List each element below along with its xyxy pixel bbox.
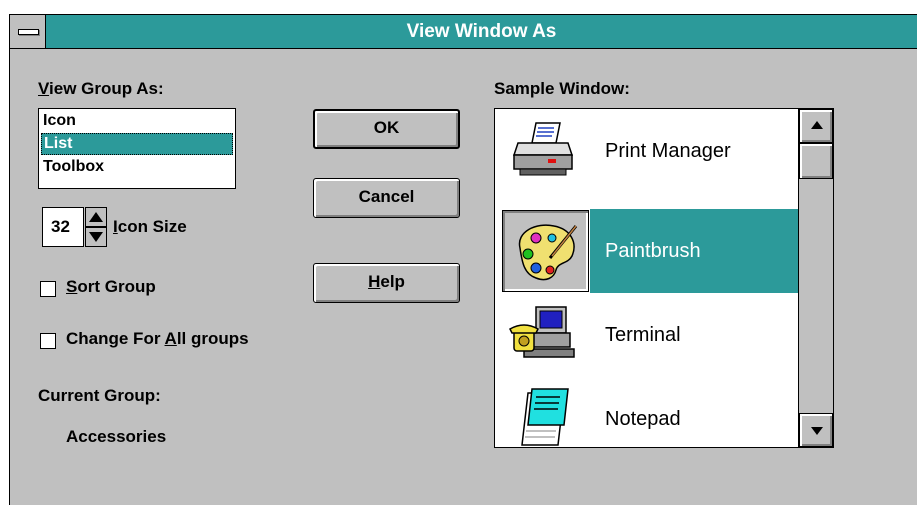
ok-button[interactable]: OK (313, 109, 460, 149)
sort-group-label[interactable]: Sort Group (66, 277, 156, 297)
notepad-icon (502, 385, 584, 453)
sample-item-label: Paintbrush (605, 240, 701, 262)
sample-item-label: Terminal (605, 324, 681, 346)
spin-up-arrow-icon[interactable] (85, 207, 107, 227)
view-group-as-listbox[interactable]: Icon List Toolbox (38, 108, 236, 189)
spin-down-arrow-icon[interactable] (85, 227, 107, 247)
sample-item-notepad[interactable]: Notepad (495, 377, 800, 461)
terminal-computer-icon (502, 301, 584, 369)
printer-icon (502, 117, 584, 185)
sample-window-list[interactable]: Print Manager Paintbrush Terminal Notepa… (494, 108, 834, 448)
list-option-list[interactable]: List (41, 133, 233, 155)
sample-item-print-manager[interactable]: Print Manager (495, 109, 800, 193)
sort-group-checkbox[interactable] (40, 281, 56, 297)
sample-window-label: Sample Window: (494, 79, 630, 98)
sample-item-label: Print Manager (605, 140, 731, 162)
sample-item-label: Notepad (605, 408, 681, 430)
system-menu-icon (18, 29, 39, 35)
list-option-toolbox[interactable]: Toolbox (41, 156, 233, 178)
icon-size-label: Icon Size (113, 217, 187, 236)
scroll-thumb[interactable] (799, 143, 833, 179)
scroll-down-arrow-icon[interactable] (799, 413, 833, 447)
vertical-scrollbar[interactable] (798, 109, 833, 447)
sample-item-paintbrush[interactable]: Paintbrush (495, 209, 800, 293)
scroll-up-arrow-icon[interactable] (799, 109, 833, 143)
view-window-as-dialog: View Window As View Group As: Icon List … (9, 14, 917, 505)
list-option-icon[interactable]: Icon (41, 110, 233, 132)
cancel-button[interactable]: Cancel (313, 178, 460, 218)
palette-icon (506, 218, 588, 286)
view-group-as-label: View Group As: (38, 79, 164, 98)
sample-item-terminal[interactable]: Terminal (495, 293, 800, 377)
current-group-value: Accessories (66, 427, 167, 446)
help-button[interactable]: Help (313, 263, 460, 303)
icon-size-input[interactable]: 32 (42, 207, 84, 247)
system-menu-button[interactable] (10, 15, 46, 48)
title-bar: View Window As (10, 15, 917, 49)
icon-size-spinner (85, 207, 107, 247)
current-group-label: Current Group: (38, 386, 161, 405)
change-for-all-groups-label[interactable]: Change For All groups (66, 329, 249, 349)
dialog-title: View Window As (406, 21, 557, 42)
change-for-all-groups-checkbox[interactable] (40, 333, 56, 349)
